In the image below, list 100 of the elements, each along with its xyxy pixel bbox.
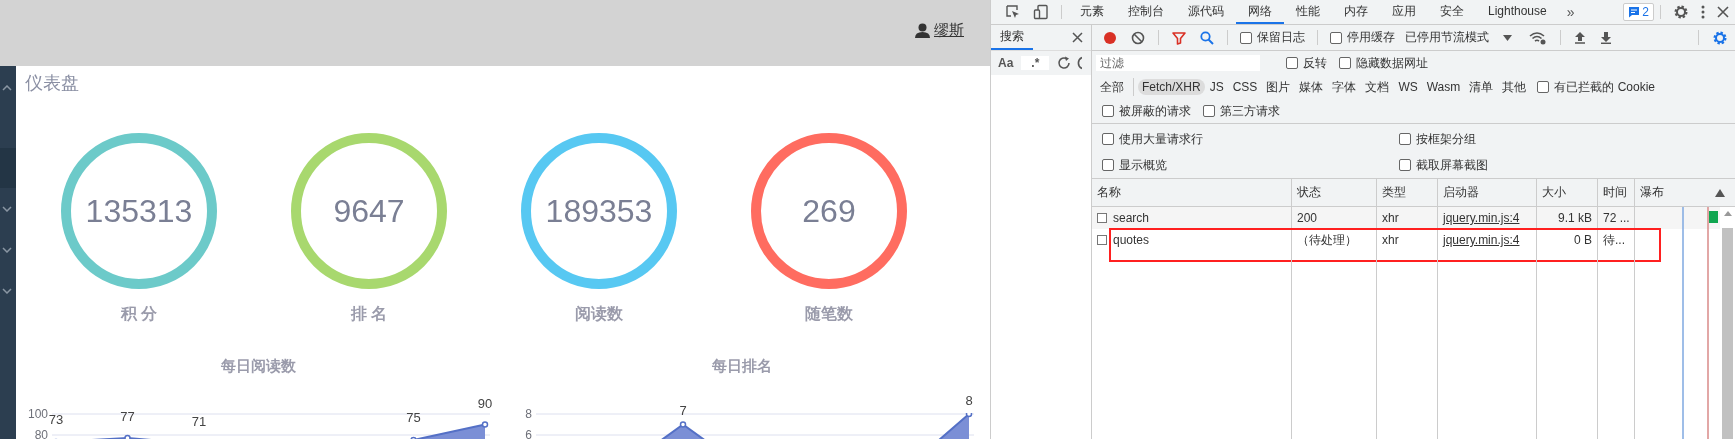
table-cell: quotes	[1113, 233, 1150, 247]
record-button[interactable]	[1103, 30, 1117, 45]
table-cell: 0 B	[1574, 233, 1592, 247]
download-icon[interactable]	[1600, 31, 1612, 44]
data-label: 7	[678, 404, 688, 418]
upload-icon[interactable]	[1574, 31, 1586, 44]
issues-badge[interactable]: 2	[1623, 3, 1654, 21]
type-filter-button[interactable]: Fetch/XHR	[1138, 79, 1205, 95]
checkbox[interactable]: 显示概览	[1102, 156, 1387, 174]
scrollbar[interactable]	[1720, 207, 1735, 439]
page-title: 仪表盘	[24, 72, 80, 95]
column-header[interactable]: 状态	[1292, 179, 1377, 206]
devtools-tab[interactable]: 控制台	[1116, 0, 1176, 24]
checkbox[interactable]: 有已拦截的 Cookie	[1537, 78, 1655, 96]
devtools-tab[interactable]: 源代码	[1176, 0, 1236, 24]
table-cell: xhr	[1382, 211, 1399, 225]
checkbox[interactable]: 截取屏幕截图	[1399, 156, 1587, 174]
column-header[interactable]: 启动器	[1438, 179, 1537, 206]
devtools-tab[interactable]: Lighthouse	[1476, 0, 1559, 24]
device-icon[interactable]	[1033, 4, 1049, 20]
filter-icon[interactable]	[1172, 30, 1186, 45]
chevron-icon[interactable]	[2, 85, 12, 91]
inspect-icon[interactable]	[1005, 4, 1021, 20]
initiator-link[interactable]: jquery.min.js:4	[1443, 233, 1520, 247]
type-filter-button[interactable]: CSS	[1228, 79, 1262, 95]
devtools-tab[interactable]: 安全	[1428, 0, 1476, 24]
wifi-settings-icon[interactable]	[1529, 30, 1547, 45]
request-icon	[1097, 213, 1107, 223]
search-option-button[interactable]: .*	[1021, 56, 1050, 70]
data-label: 75	[405, 411, 422, 425]
devtools-tab[interactable]: 元素	[1068, 0, 1116, 24]
refresh-icon[interactable]	[1057, 56, 1072, 70]
stat-value: 269	[802, 192, 856, 230]
type-filter-button[interactable]: 图片	[1262, 77, 1295, 97]
table-cell: （待处理）	[1297, 231, 1357, 249]
request-icon	[1097, 235, 1107, 245]
user-icon	[915, 22, 930, 38]
table-cell: 9.1 kB	[1557, 211, 1592, 225]
checkbox[interactable]: 被屏蔽的请求	[1102, 102, 1191, 120]
close-icon[interactable]	[1072, 32, 1083, 43]
checkbox[interactable]: 保留日志	[1240, 29, 1305, 46]
type-filter-button[interactable]: 其他	[1498, 77, 1531, 97]
checkbox[interactable]: 停用缓存	[1330, 29, 1395, 46]
user-link[interactable]: 缪斯	[934, 20, 964, 40]
column-header[interactable]: 瀑布	[1635, 184, 1664, 201]
search-icon[interactable]	[1200, 30, 1214, 45]
data-label: 8	[964, 394, 974, 408]
type-filter-button[interactable]: 媒体	[1295, 77, 1328, 97]
devtools-tab[interactable]: 内存	[1332, 0, 1380, 24]
type-filter-button[interactable]: Wasm	[1422, 79, 1465, 95]
data-label: 73	[48, 413, 65, 427]
checkbox[interactable]: 反转	[1286, 54, 1327, 72]
checkbox[interactable]: 使用大量请求行	[1102, 130, 1387, 148]
stat-label: 积 分	[120, 304, 158, 324]
table-cell: 待...	[1603, 231, 1625, 249]
issues-count: 2	[1642, 5, 1649, 19]
chevron-icon[interactable]	[2, 246, 12, 253]
axis-label: 8	[525, 407, 532, 421]
checkbox[interactable]: 第三方请求	[1203, 102, 1280, 120]
type-filter-button[interactable]: WS	[1394, 79, 1422, 95]
table-cell: xhr	[1382, 233, 1399, 247]
stat-label: 阅读数	[575, 304, 623, 324]
stat-value: 9647	[333, 192, 405, 230]
message-icon	[1628, 6, 1641, 18]
stat-label: 排 名	[350, 304, 388, 324]
axis-label: 100	[27, 407, 48, 421]
more-menu-icon[interactable]	[1701, 5, 1705, 19]
initiator-link[interactable]: jquery.min.js:4	[1443, 211, 1520, 225]
devtools-tab[interactable]: 性能	[1284, 0, 1332, 24]
column-header[interactable]: 时间	[1598, 179, 1635, 206]
scroll-up-icon[interactable]	[1723, 211, 1732, 216]
table-cell: 200	[1297, 211, 1318, 225]
caret-icon	[1503, 34, 1512, 41]
table-cell: search	[1113, 211, 1150, 225]
column-header[interactable]: 名称	[1092, 179, 1292, 206]
type-filter-button[interactable]: 清单	[1465, 77, 1498, 97]
type-filter-button[interactable]: 全部	[1096, 77, 1128, 97]
axis-label: 80	[34, 428, 48, 439]
type-filter-button[interactable]: JS	[1205, 79, 1228, 95]
axis-label: 6	[525, 428, 532, 439]
chevron-icon[interactable]	[2, 287, 12, 294]
settings-icon[interactable]	[1673, 4, 1689, 20]
checkbox[interactable]: 隐藏数据网址	[1339, 54, 1428, 72]
type-filter-button[interactable]: 文档	[1361, 77, 1394, 97]
close-icon[interactable]	[1717, 6, 1729, 18]
filter-field[interactable]: 过滤	[1096, 55, 1260, 71]
type-filter-button[interactable]: 字体	[1328, 77, 1361, 97]
more-tabs-button[interactable]: »	[1558, 0, 1583, 24]
stat-value: 135313	[85, 192, 193, 230]
devtools-tab[interactable]: 应用	[1380, 0, 1428, 24]
throttling-dropdown[interactable]: 已停用节流模式	[1405, 29, 1518, 46]
table-cell: 72 ...	[1603, 211, 1630, 225]
column-header[interactable]: 大小	[1537, 179, 1598, 206]
sort-icon[interactable]	[1715, 188, 1725, 197]
search-option-button[interactable]: Aa	[998, 56, 1014, 70]
stat-label: 随笔数	[805, 304, 853, 324]
column-header[interactable]: 类型	[1377, 179, 1438, 206]
settings-icon[interactable]	[1712, 29, 1728, 46]
checkbox[interactable]: 按框架分组	[1399, 130, 1587, 148]
chevron-icon[interactable]	[2, 205, 12, 212]
